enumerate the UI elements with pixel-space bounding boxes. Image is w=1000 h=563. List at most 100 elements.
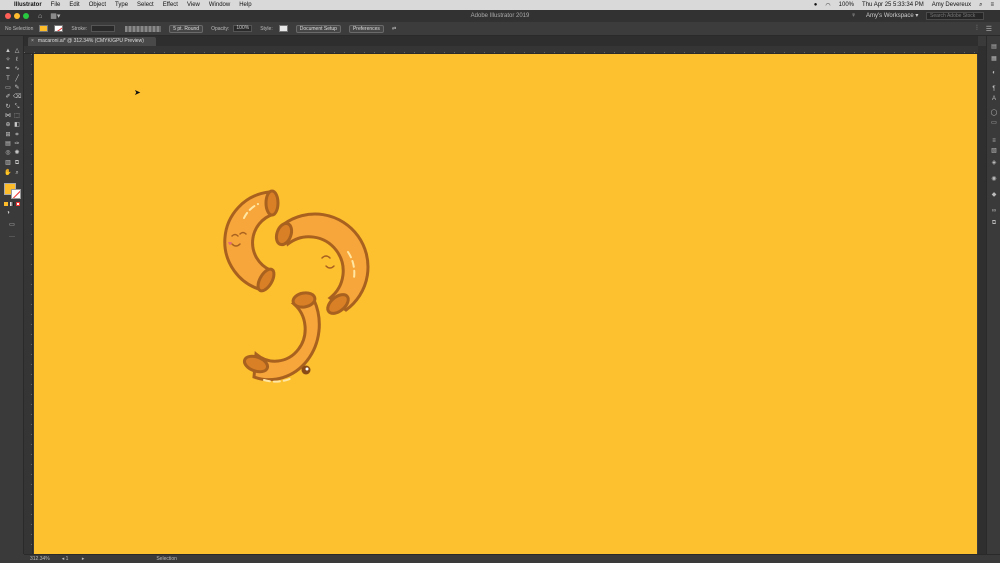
stroke-weight-field[interactable] (91, 25, 116, 32)
menu-app-name[interactable]: Illustrator (14, 2, 42, 8)
workspace-switcher[interactable]: Amy's Workspace ▾ (866, 12, 918, 19)
eraser-tool-icon[interactable]: ⌫ (13, 94, 21, 101)
stroke-swatch[interactable] (54, 25, 64, 32)
vertical-scrollbar[interactable] (978, 46, 986, 554)
pen-tool-icon[interactable]: ✒ (4, 66, 12, 73)
vertical-ruler[interactable] (24, 54, 33, 554)
character-panel-icon[interactable]: A (990, 96, 998, 103)
fill-swatch[interactable] (39, 25, 49, 32)
minimize-window-button[interactable] (14, 13, 20, 19)
zoom-window-button[interactable] (23, 13, 29, 19)
battery-percent[interactable]: 100% (839, 2, 854, 8)
search-icon[interactable]: ⌕ (979, 2, 982, 9)
arrange-icon[interactable]: ⫶ (976, 25, 978, 33)
transparency-panel-icon[interactable]: ◈ (990, 160, 998, 167)
brush-definition-dropdown[interactable]: 5 pt. Round (169, 24, 204, 33)
close-tab-icon[interactable]: × (31, 38, 34, 44)
menu-view[interactable]: View (187, 2, 200, 8)
type-tool-icon[interactable]: T (4, 76, 12, 83)
lasso-tool-icon[interactable]: ℓ (13, 57, 21, 64)
opacity-label[interactable]: Opacity: (211, 26, 229, 32)
artboards-panel-icon[interactable]: ⧉ (990, 220, 998, 227)
stroke-panel-icon[interactable]: ≡ (990, 138, 998, 145)
macaroni-artwork[interactable] (214, 182, 374, 387)
zoom-level-field[interactable]: 312.34% (30, 556, 50, 562)
variable-width-profile[interactable] (125, 25, 162, 32)
menu-object[interactable]: Object (89, 2, 106, 8)
macaroni-bottom (242, 291, 321, 383)
user-name[interactable]: Amy Devereux (932, 2, 971, 8)
gradient-panel-icon[interactable]: ▧ (990, 148, 998, 155)
home-icon[interactable]: ⌂ (38, 13, 42, 20)
preferences-button[interactable]: Preferences (348, 24, 384, 33)
document-tab[interactable]: × macaroni.ai* @ 312.34% (CMYK/GPU Previe… (28, 37, 156, 46)
draw-mode-icon[interactable]: ◑ (4, 210, 12, 217)
appearance-panel-icon[interactable]: ◉ (990, 176, 998, 183)
artboard-navigation[interactable]: ◂ 1 ▸ (62, 556, 85, 562)
symbol-sprayer-tool-icon[interactable]: ✺ (13, 150, 21, 157)
perspective-grid-tool-icon[interactable]: ⊞ (4, 132, 12, 139)
shaper-tool-icon[interactable]: ✐ (4, 94, 12, 101)
document-setup-button[interactable]: Document Setup (295, 24, 341, 33)
none-mode-icon[interactable] (16, 202, 20, 206)
column-graph-tool-icon[interactable]: ▥ (4, 160, 12, 167)
curvature-tool-icon[interactable]: ∿ (13, 66, 21, 73)
hand-tool-icon[interactable]: ✋ (4, 170, 12, 177)
stroke-label[interactable]: Stroke: (71, 26, 87, 32)
eyedropper-tool-icon[interactable]: ✑ (13, 141, 21, 148)
edit-toolbar-icon[interactable]: ··· (8, 234, 16, 241)
arrange-documents-icon[interactable]: ▦▾ (50, 12, 60, 20)
zoom-tool-icon[interactable]: ⌕ (13, 170, 21, 177)
transform-icon[interactable]: ⇄ (392, 26, 396, 32)
links-panel-icon[interactable]: ∞ (990, 208, 998, 215)
selection-tool-icon[interactable]: ▲ (4, 48, 12, 55)
live-paint-tool-icon[interactable]: ◧ (13, 122, 21, 129)
free-transform-tool-icon[interactable]: ⬚ (13, 113, 21, 120)
shape-builder-tool-icon[interactable]: ⊕ (4, 122, 12, 129)
menu-file[interactable]: File (51, 2, 61, 8)
stock-search-input[interactable]: Search Adobe Stock (926, 12, 984, 20)
mesh-tool-icon[interactable]: ⌗ (13, 132, 21, 139)
properties-panel-icon[interactable]: ▤ (990, 44, 998, 51)
status-icon[interactable]: ● (814, 2, 818, 8)
macaroni-end (242, 354, 270, 374)
color-panel-icon[interactable]: ◐ (990, 70, 998, 77)
gradient-mode-icon[interactable] (10, 202, 14, 206)
datetime[interactable]: Thu Apr 25 5:33:34 PM (862, 2, 924, 8)
artboard-canvas[interactable]: ➤ (34, 54, 977, 554)
direct-selection-tool-icon[interactable]: △ (13, 48, 21, 55)
menu-edit[interactable]: Edit (69, 2, 79, 8)
menu-list-icon[interactable]: ≡ (990, 2, 994, 8)
rectangle-tool-icon[interactable]: ▭ (4, 85, 12, 92)
opacity-field[interactable]: 100% (233, 25, 253, 32)
width-tool-icon[interactable]: ⋈ (4, 113, 12, 120)
menu-type[interactable]: Type (115, 2, 128, 8)
layers-panel-icon[interactable]: ◆ (990, 192, 998, 199)
scale-tool-icon[interactable]: ⤡ (13, 104, 21, 111)
screen-mode-icon[interactable]: ▭ (8, 222, 16, 229)
menu-effect[interactable]: Effect (163, 2, 178, 8)
magic-wand-tool-icon[interactable]: ✧ (4, 57, 12, 64)
opentype-panel-icon[interactable]: ◯ (990, 110, 998, 117)
gradient-tool-icon[interactable]: ▤ (4, 141, 12, 148)
artboard-tool-icon[interactable]: ⧉ (13, 160, 21, 167)
libraries-panel-icon[interactable]: ▦ (990, 56, 998, 63)
current-tool-status[interactable]: Selection (156, 556, 177, 562)
glyphs-panel-icon[interactable]: ▭ (990, 120, 998, 127)
line-tool-icon[interactable]: ╱ (13, 76, 21, 83)
lightbulb-icon[interactable]: ♀ (851, 12, 856, 19)
paragraph-panel-icon[interactable]: ¶ (990, 86, 998, 93)
paintbrush-tool-icon[interactable]: ✎ (13, 85, 21, 92)
wifi-icon[interactable]: ◠ (825, 2, 830, 9)
stroke-color-box[interactable] (11, 189, 21, 199)
close-window-button[interactable] (5, 13, 11, 19)
rotate-tool-icon[interactable]: ↻ (4, 104, 12, 111)
horizontal-ruler[interactable] (24, 46, 978, 54)
color-mode-icon[interactable] (4, 202, 8, 206)
panel-menu-icon[interactable]: ☰ (986, 25, 992, 33)
menu-help[interactable]: Help (239, 2, 251, 8)
blend-tool-icon[interactable]: ◎ (4, 150, 12, 157)
graphic-style-swatch[interactable] (278, 25, 288, 32)
menu-select[interactable]: Select (137, 2, 154, 8)
menu-window[interactable]: Window (209, 2, 230, 8)
